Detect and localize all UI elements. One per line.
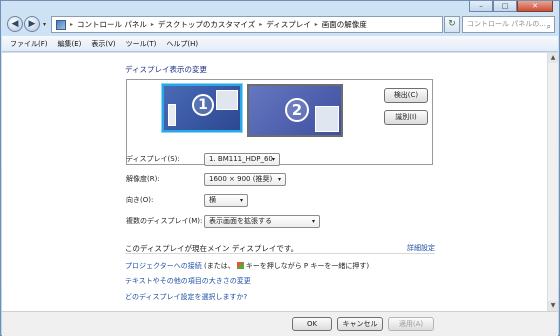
recent-pages-dropdown[interactable]: ▾ xyxy=(43,21,46,28)
monitor-2-number: 2 xyxy=(285,98,309,122)
detect-button[interactable]: 検出(C) xyxy=(384,88,428,103)
chevron-down-icon: ▾ xyxy=(271,155,275,163)
search-input[interactable]: コントロール パネルの... ⌕ xyxy=(462,16,555,33)
settings-content: ディスプレイ表示の変更 1 2 検出(C) 識別(I) ディスプレイ(S): 1… xyxy=(2,53,547,311)
chevron-down-icon: ▾ xyxy=(311,217,315,225)
monitor-2-window-preview xyxy=(315,106,339,132)
projector-hint-prefix: (または、 xyxy=(203,262,235,270)
search-placeholder: コントロール パネルの... xyxy=(467,20,546,28)
breadcrumb-desktop-customize[interactable]: デスクトップのカスタマイズ xyxy=(158,19,255,30)
advanced-settings-link[interactable]: 詳細設定 xyxy=(407,243,435,253)
control-panel-window: – □ ✕ ◀ ▶ ▾ ▸ コントロール パネル ▸ デスクトップのカスタマイズ… xyxy=(0,0,560,336)
breadcrumb-separator: ▸ xyxy=(70,21,74,28)
text-size-link[interactable]: テキストやその他の項目の大きさの変更 xyxy=(125,276,251,286)
monitor-1[interactable]: 1 xyxy=(162,84,242,132)
projector-link[interactable]: プロジェクターへの接続 xyxy=(125,262,202,270)
title-bar: – □ ✕ xyxy=(1,1,559,13)
monitor-1-window-preview xyxy=(216,90,238,110)
resolution-label: 解像度(R): xyxy=(126,175,160,183)
display-label: ディスプレイ(S): xyxy=(126,155,180,163)
projector-row: プロジェクターへの接続 (または、 キーを押しながら P キーを一緒に押す) xyxy=(125,261,369,271)
breadcrumb-control-panel[interactable]: コントロール パネル xyxy=(77,19,147,30)
display-row: ディスプレイ(S): 1. BM111_HDP_60 ▾ xyxy=(126,152,280,166)
navigation-bar: ◀ ▶ ▾ ▸ コントロール パネル ▸ デスクトップのカスタマイズ ▸ ディス… xyxy=(5,13,555,35)
ok-button[interactable]: OK xyxy=(292,317,332,331)
menu-view[interactable]: 表示(V) xyxy=(91,39,115,49)
apply-button[interactable]: 適用(A) xyxy=(388,317,434,331)
scroll-down-arrow[interactable]: ▼ xyxy=(548,301,558,311)
menu-tools[interactable]: ツール(T) xyxy=(126,39,157,49)
resolution-row: 解像度(R): 1600 × 900 (推奨) ▾ xyxy=(126,172,286,186)
refresh-button[interactable]: ↻ xyxy=(444,16,460,33)
section-divider xyxy=(125,253,435,254)
vertical-scrollbar[interactable]: ▲ ▼ xyxy=(547,53,558,311)
orientation-label: 向き(O): xyxy=(126,196,154,204)
chevron-down-icon: ▾ xyxy=(239,196,243,204)
multiple-displays-row: 複数のディスプレイ(M): 表示画面を拡張する ▾ xyxy=(126,214,320,228)
display-select[interactable]: 1. BM111_HDP_60 ▾ xyxy=(204,152,280,166)
multiple-displays-select[interactable]: 表示画面を拡張する ▾ xyxy=(204,214,320,228)
monitor-2[interactable]: 2 xyxy=(247,84,343,137)
monitor-1-number: 1 xyxy=(192,94,214,116)
menu-bar: ファイル(F) 編集(E) 表示(V) ツール(T) ヘルプ(H) xyxy=(2,36,558,52)
breadcrumb-separator: ▸ xyxy=(150,21,154,28)
page-title: ディスプレイ表示の変更 xyxy=(125,65,207,74)
multiple-displays-label: 複数のディスプレイ(M): xyxy=(126,217,203,225)
multiple-displays-value: 表示画面を拡張する xyxy=(209,216,272,225)
orientation-value: 横 xyxy=(209,195,216,204)
breadcrumb-separator: ▸ xyxy=(259,21,263,28)
breadcrumb-separator: ▸ xyxy=(314,21,318,28)
monitor-1-sidebar-preview xyxy=(168,104,176,126)
resolution-value: 1600 × 900 (推奨) xyxy=(209,174,273,183)
minimize-button[interactable]: – xyxy=(469,1,493,12)
which-settings-link[interactable]: どのディスプレイ設定を選択しますか? xyxy=(125,292,247,302)
menu-file[interactable]: ファイル(F) xyxy=(10,39,48,49)
control-panel-icon xyxy=(56,19,66,30)
identify-button[interactable]: 識別(I) xyxy=(384,110,428,125)
chevron-down-icon: ▾ xyxy=(277,175,281,183)
projector-hint-suffix: キーを押しながら P キーを一緒に押す) xyxy=(245,262,370,270)
address-bar[interactable]: ▸ コントロール パネル ▸ デスクトップのカスタマイズ ▸ ディスプレイ ▸ … xyxy=(51,16,443,33)
scroll-up-arrow[interactable]: ▲ xyxy=(548,53,558,63)
forward-button[interactable]: ▶ xyxy=(24,16,40,32)
menu-help[interactable]: ヘルプ(H) xyxy=(166,39,198,49)
orientation-row: 向き(O): 横 ▾ xyxy=(126,193,248,207)
back-button[interactable]: ◀ xyxy=(7,16,23,32)
caption-buttons: – □ ✕ xyxy=(469,1,553,12)
breadcrumb-display[interactable]: ディスプレイ xyxy=(266,19,310,30)
search-icon[interactable]: ⌕ xyxy=(547,19,551,32)
resolution-select[interactable]: 1600 × 900 (推奨) ▾ xyxy=(204,172,286,186)
close-button[interactable]: ✕ xyxy=(517,1,553,12)
orientation-select[interactable]: 横 ▾ xyxy=(204,193,248,207)
windows-key-icon xyxy=(236,262,244,269)
breadcrumb-screen-resolution[interactable]: 画面の解像度 xyxy=(322,19,367,30)
menu-edit[interactable]: 編集(E) xyxy=(58,39,82,49)
display-value: 1. BM111_HDP_60 xyxy=(209,154,273,163)
maximize-button[interactable]: □ xyxy=(493,1,517,12)
dialog-button-bar: OK キャンセル 適用(A) xyxy=(2,311,558,336)
cancel-button[interactable]: キャンセル xyxy=(337,317,383,331)
